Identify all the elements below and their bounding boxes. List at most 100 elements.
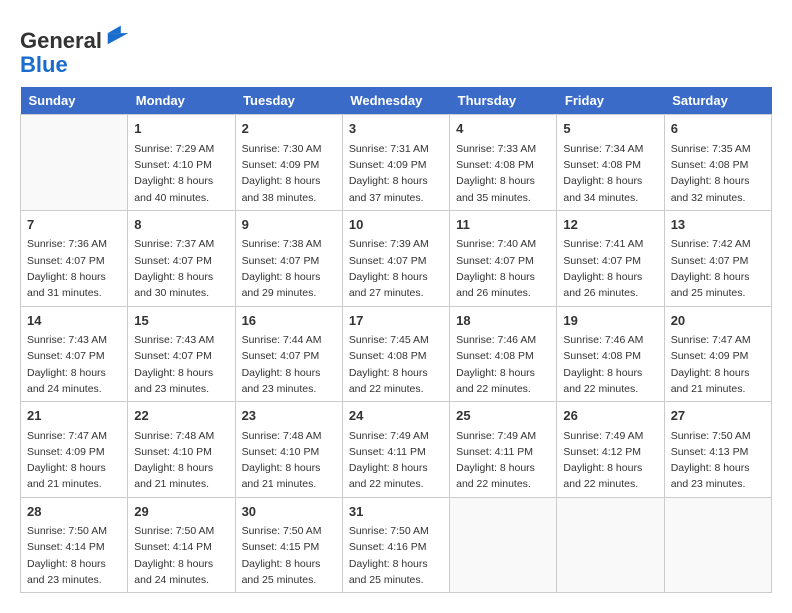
calendar-week-row: 21Sunrise: 7:47 AMSunset: 4:09 PMDayligh…	[21, 402, 772, 498]
day-info: Sunrise: 7:39 AMSunset: 4:07 PMDaylight:…	[349, 236, 443, 301]
day-number: 8	[134, 215, 228, 235]
calendar-cell: 2Sunrise: 7:30 AMSunset: 4:09 PMDaylight…	[235, 115, 342, 211]
calendar-week-row: 28Sunrise: 7:50 AMSunset: 4:14 PMDayligh…	[21, 497, 772, 593]
day-number: 18	[456, 311, 550, 331]
day-info: Sunrise: 7:43 AMSunset: 4:07 PMDaylight:…	[134, 332, 228, 397]
day-info: Sunrise: 7:49 AMSunset: 4:12 PMDaylight:…	[563, 428, 657, 493]
day-number: 1	[134, 119, 228, 139]
day-number: 27	[671, 406, 765, 426]
day-of-week-header: Sunday	[21, 87, 128, 115]
day-info: Sunrise: 7:46 AMSunset: 4:08 PMDaylight:…	[563, 332, 657, 397]
day-number: 29	[134, 502, 228, 522]
day-number: 25	[456, 406, 550, 426]
calendar-cell	[664, 497, 771, 593]
day-number: 21	[27, 406, 121, 426]
day-number: 19	[563, 311, 657, 331]
day-info: Sunrise: 7:40 AMSunset: 4:07 PMDaylight:…	[456, 236, 550, 301]
calendar-cell	[21, 115, 128, 211]
calendar-cell: 5Sunrise: 7:34 AMSunset: 4:08 PMDaylight…	[557, 115, 664, 211]
day-info: Sunrise: 7:50 AMSunset: 4:13 PMDaylight:…	[671, 428, 765, 493]
calendar-cell: 14Sunrise: 7:43 AMSunset: 4:07 PMDayligh…	[21, 306, 128, 402]
calendar-cell	[450, 497, 557, 593]
day-info: Sunrise: 7:36 AMSunset: 4:07 PMDaylight:…	[27, 236, 121, 301]
day-info: Sunrise: 7:50 AMSunset: 4:15 PMDaylight:…	[242, 523, 336, 588]
calendar-cell: 20Sunrise: 7:47 AMSunset: 4:09 PMDayligh…	[664, 306, 771, 402]
day-number: 17	[349, 311, 443, 331]
day-info: Sunrise: 7:37 AMSunset: 4:07 PMDaylight:…	[134, 236, 228, 301]
calendar-cell: 13Sunrise: 7:42 AMSunset: 4:07 PMDayligh…	[664, 210, 771, 306]
day-of-week-header: Monday	[128, 87, 235, 115]
day-number: 11	[456, 215, 550, 235]
logo: General Blue	[20, 20, 132, 77]
day-of-week-header: Friday	[557, 87, 664, 115]
calendar-cell: 25Sunrise: 7:49 AMSunset: 4:11 PMDayligh…	[450, 402, 557, 498]
day-number: 20	[671, 311, 765, 331]
day-number: 3	[349, 119, 443, 139]
logo-blue-text: Blue	[20, 52, 68, 77]
logo-general-text: General	[20, 28, 102, 53]
day-of-week-header: Tuesday	[235, 87, 342, 115]
calendar-table: SundayMondayTuesdayWednesdayThursdayFrid…	[20, 87, 772, 593]
day-of-week-header: Thursday	[450, 87, 557, 115]
day-info: Sunrise: 7:30 AMSunset: 4:09 PMDaylight:…	[242, 141, 336, 206]
day-number: 10	[349, 215, 443, 235]
calendar-cell: 18Sunrise: 7:46 AMSunset: 4:08 PMDayligh…	[450, 306, 557, 402]
day-info: Sunrise: 7:42 AMSunset: 4:07 PMDaylight:…	[671, 236, 765, 301]
day-info: Sunrise: 7:48 AMSunset: 4:10 PMDaylight:…	[134, 428, 228, 493]
day-info: Sunrise: 7:47 AMSunset: 4:09 PMDaylight:…	[27, 428, 121, 493]
calendar-cell: 27Sunrise: 7:50 AMSunset: 4:13 PMDayligh…	[664, 402, 771, 498]
calendar-cell: 21Sunrise: 7:47 AMSunset: 4:09 PMDayligh…	[21, 402, 128, 498]
calendar-cell: 17Sunrise: 7:45 AMSunset: 4:08 PMDayligh…	[342, 306, 449, 402]
calendar-cell: 15Sunrise: 7:43 AMSunset: 4:07 PMDayligh…	[128, 306, 235, 402]
calendar-week-row: 7Sunrise: 7:36 AMSunset: 4:07 PMDaylight…	[21, 210, 772, 306]
day-number: 24	[349, 406, 443, 426]
day-info: Sunrise: 7:45 AMSunset: 4:08 PMDaylight:…	[349, 332, 443, 397]
calendar-cell: 12Sunrise: 7:41 AMSunset: 4:07 PMDayligh…	[557, 210, 664, 306]
day-number: 31	[349, 502, 443, 522]
calendar-cell: 3Sunrise: 7:31 AMSunset: 4:09 PMDaylight…	[342, 115, 449, 211]
day-number: 7	[27, 215, 121, 235]
calendar-cell: 8Sunrise: 7:37 AMSunset: 4:07 PMDaylight…	[128, 210, 235, 306]
day-number: 15	[134, 311, 228, 331]
day-number: 23	[242, 406, 336, 426]
day-info: Sunrise: 7:49 AMSunset: 4:11 PMDaylight:…	[349, 428, 443, 493]
calendar-cell: 7Sunrise: 7:36 AMSunset: 4:07 PMDaylight…	[21, 210, 128, 306]
day-info: Sunrise: 7:31 AMSunset: 4:09 PMDaylight:…	[349, 141, 443, 206]
day-info: Sunrise: 7:44 AMSunset: 4:07 PMDaylight:…	[242, 332, 336, 397]
day-info: Sunrise: 7:35 AMSunset: 4:08 PMDaylight:…	[671, 141, 765, 206]
calendar-cell: 1Sunrise: 7:29 AMSunset: 4:10 PMDaylight…	[128, 115, 235, 211]
day-number: 28	[27, 502, 121, 522]
day-number: 16	[242, 311, 336, 331]
day-info: Sunrise: 7:29 AMSunset: 4:10 PMDaylight:…	[134, 141, 228, 206]
day-info: Sunrise: 7:46 AMSunset: 4:08 PMDaylight:…	[456, 332, 550, 397]
calendar-cell: 26Sunrise: 7:49 AMSunset: 4:12 PMDayligh…	[557, 402, 664, 498]
calendar-cell: 16Sunrise: 7:44 AMSunset: 4:07 PMDayligh…	[235, 306, 342, 402]
calendar-header-row: SundayMondayTuesdayWednesdayThursdayFrid…	[21, 87, 772, 115]
calendar-cell: 29Sunrise: 7:50 AMSunset: 4:14 PMDayligh…	[128, 497, 235, 593]
calendar-cell: 19Sunrise: 7:46 AMSunset: 4:08 PMDayligh…	[557, 306, 664, 402]
calendar-cell: 23Sunrise: 7:48 AMSunset: 4:10 PMDayligh…	[235, 402, 342, 498]
day-number: 6	[671, 119, 765, 139]
calendar-cell: 30Sunrise: 7:50 AMSunset: 4:15 PMDayligh…	[235, 497, 342, 593]
calendar-cell: 11Sunrise: 7:40 AMSunset: 4:07 PMDayligh…	[450, 210, 557, 306]
day-of-week-header: Wednesday	[342, 87, 449, 115]
day-number: 9	[242, 215, 336, 235]
day-info: Sunrise: 7:47 AMSunset: 4:09 PMDaylight:…	[671, 332, 765, 397]
day-info: Sunrise: 7:43 AMSunset: 4:07 PMDaylight:…	[27, 332, 121, 397]
calendar-cell	[557, 497, 664, 593]
day-number: 14	[27, 311, 121, 331]
day-number: 12	[563, 215, 657, 235]
calendar-cell: 31Sunrise: 7:50 AMSunset: 4:16 PMDayligh…	[342, 497, 449, 593]
day-info: Sunrise: 7:34 AMSunset: 4:08 PMDaylight:…	[563, 141, 657, 206]
day-info: Sunrise: 7:38 AMSunset: 4:07 PMDaylight:…	[242, 236, 336, 301]
day-info: Sunrise: 7:50 AMSunset: 4:14 PMDaylight:…	[27, 523, 121, 588]
calendar-cell: 10Sunrise: 7:39 AMSunset: 4:07 PMDayligh…	[342, 210, 449, 306]
day-info: Sunrise: 7:41 AMSunset: 4:07 PMDaylight:…	[563, 236, 657, 301]
day-info: Sunrise: 7:50 AMSunset: 4:16 PMDaylight:…	[349, 523, 443, 588]
day-info: Sunrise: 7:48 AMSunset: 4:10 PMDaylight:…	[242, 428, 336, 493]
day-number: 26	[563, 406, 657, 426]
calendar-cell: 9Sunrise: 7:38 AMSunset: 4:07 PMDaylight…	[235, 210, 342, 306]
day-number: 2	[242, 119, 336, 139]
day-info: Sunrise: 7:50 AMSunset: 4:14 PMDaylight:…	[134, 523, 228, 588]
day-number: 5	[563, 119, 657, 139]
